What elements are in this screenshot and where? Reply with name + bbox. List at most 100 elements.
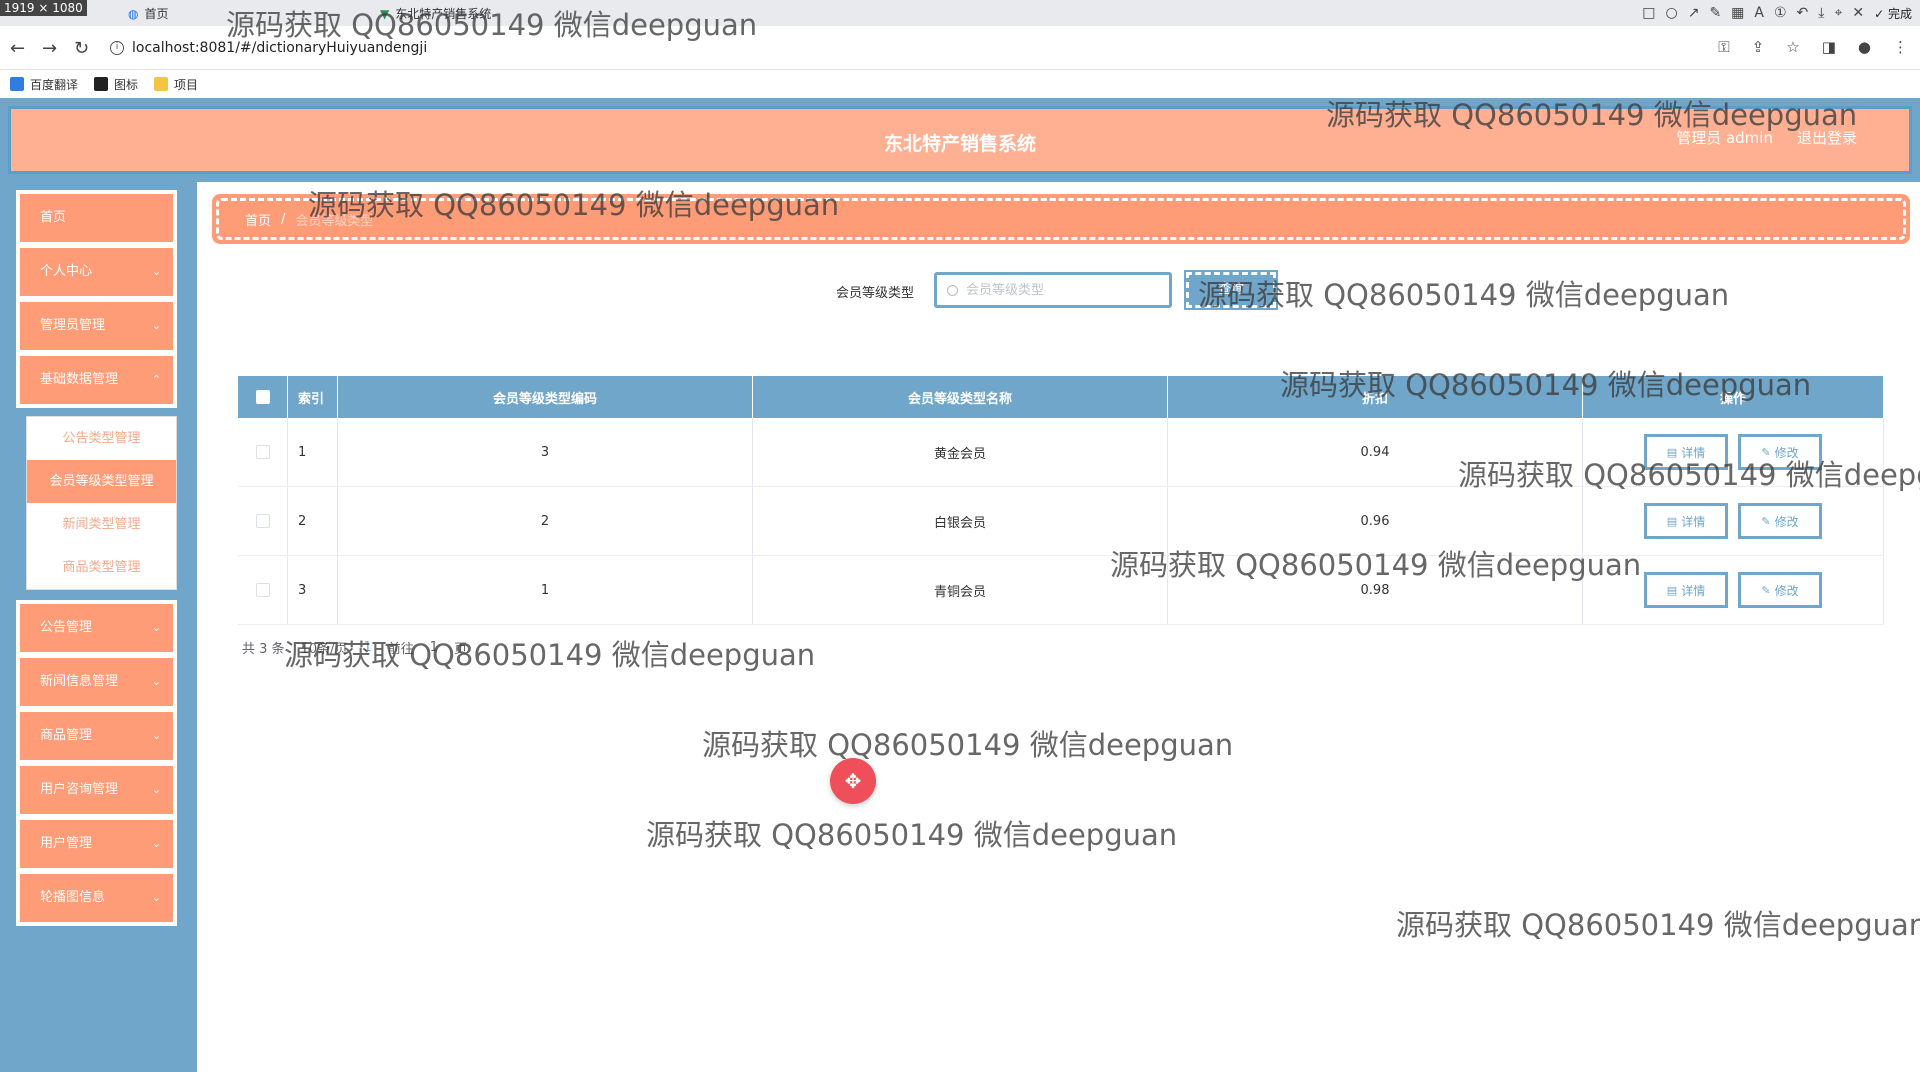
sidepanel-icon[interactable]: ◨: [1822, 38, 1836, 56]
edit-button[interactable]: ✎ 修改: [1738, 503, 1822, 539]
app-header-inner: 东北特产销售系统 管理员 admin 退出登录: [8, 106, 1912, 174]
share-icon[interactable]: ⇪: [1752, 38, 1765, 56]
chevron-down-icon: ⌄: [151, 837, 161, 850]
circle-icon[interactable]: ○: [1665, 5, 1677, 21]
forward-icon[interactable]: →: [42, 38, 57, 59]
floating-move-button[interactable]: ✥: [830, 758, 876, 804]
browser-tab-title: 东北特产销售系统: [395, 7, 492, 21]
row-checkbox[interactable]: [255, 583, 270, 597]
image-icon: [94, 77, 109, 91]
row-checkbox[interactable]: [255, 445, 270, 459]
bookmark-translate[interactable]: 百度翻译: [10, 76, 78, 93]
browser-tab-home[interactable]: ◍ 首页: [118, 2, 179, 26]
bookmark-project[interactable]: 项目: [154, 76, 198, 93]
pager-goto-input[interactable]: 1: [430, 640, 438, 655]
row-checkbox[interactable]: [255, 514, 270, 528]
cell-index: 2: [288, 487, 338, 555]
pager-size-select[interactable]: 10条/页: [301, 638, 348, 657]
search-input-wrapper[interactable]: [934, 272, 1172, 308]
detail-button[interactable]: ▤ 详情: [1644, 503, 1728, 539]
submenu-item-notice-type[interactable]: 公告类型管理: [27, 417, 176, 460]
pager-page[interactable]: 1: [363, 640, 371, 655]
chevron-down-icon: ⌄: [151, 891, 161, 904]
edit-button[interactable]: ✎ 修改: [1738, 572, 1822, 608]
edit-label: 修改: [1774, 514, 1799, 529]
bookmark-icons[interactable]: 图标: [94, 76, 138, 93]
pager-goto-label: 前往: [387, 642, 414, 657]
sidebar-item-home[interactable]: 首页: [16, 190, 177, 246]
header-code: 会员等级类型编码: [338, 376, 753, 418]
edit-icon: ✎: [1761, 445, 1771, 459]
number-icon[interactable]: ①: [1774, 5, 1787, 21]
key-icon[interactable]: ⚿: [1718, 38, 1729, 56]
submenu-item-member-level[interactable]: 会员等级类型管理: [27, 460, 176, 503]
edit-label: 修改: [1774, 583, 1799, 598]
sidebar-item-goods[interactable]: 商品管理 ⌄: [16, 708, 177, 764]
breadcrumb-home[interactable]: 首页: [245, 210, 271, 229]
edit-button[interactable]: ✎ 修改: [1738, 434, 1822, 470]
text-icon[interactable]: A: [1754, 5, 1764, 21]
vue-icon: ▼: [380, 7, 390, 21]
detail-button[interactable]: ▤ 详情: [1644, 572, 1728, 608]
cell-discount: 0.94: [1168, 418, 1583, 486]
query-button[interactable]: 查询: [1184, 270, 1278, 310]
chevron-down-icon: ⌄: [151, 783, 161, 796]
resolution-badge: 1919 × 1080: [0, 0, 87, 16]
sidebar-item-consult[interactable]: 用户咨询管理 ⌄: [16, 762, 177, 818]
cell-index: 1: [288, 418, 338, 486]
mosaic-icon[interactable]: ▦: [1731, 5, 1744, 21]
app-title: 东北特产销售系统: [883, 133, 1036, 155]
sidebar-item-users[interactable]: 用户管理 ⌄: [16, 816, 177, 872]
url-text: localhost:8081/#/dictionaryHuiyuandengji: [132, 40, 428, 56]
close-icon[interactable]: ✕: [1852, 5, 1864, 21]
logout-link[interactable]: 退出登录: [1797, 127, 1857, 148]
undo-icon[interactable]: ↶: [1797, 5, 1809, 21]
submenu-item-news-type[interactable]: 新闻类型管理: [27, 503, 176, 546]
arrow-icon[interactable]: ↗: [1688, 5, 1700, 21]
reload-icon[interactable]: ↻: [74, 38, 89, 59]
select-all-checkbox[interactable]: [255, 390, 270, 404]
cell-ops: ▤ 详情 ✎ 修改: [1583, 487, 1884, 555]
info-icon[interactable]: i: [110, 41, 124, 55]
cell-name: 青铜会员: [753, 556, 1168, 624]
star-icon[interactable]: ☆: [1786, 38, 1799, 56]
pager-suffix: 页: [454, 642, 468, 657]
download-icon[interactable]: ⤓: [1818, 5, 1824, 21]
edit-icon: ✎: [1761, 583, 1771, 597]
detail-button[interactable]: ▤ 详情: [1644, 434, 1728, 470]
address-bar: ← → ↻ i localhost:8081/#/dictionaryHuiyu…: [0, 26, 1920, 70]
browser-tab-system[interactable]: ▼ 东北特产销售系统: [370, 2, 501, 26]
back-icon[interactable]: ←: [10, 38, 25, 59]
sidebar-item-label: 基础数据管理: [40, 372, 119, 387]
folder-icon: [154, 77, 169, 91]
sidebar-item-basic-data[interactable]: 基础数据管理 ⌃: [16, 352, 177, 408]
rectangle-icon[interactable]: □: [1642, 5, 1655, 21]
sidebar-item-carousel[interactable]: 轮播图信息 ⌄: [16, 870, 177, 926]
cell-discount: 0.98: [1168, 556, 1583, 624]
search-input[interactable]: [966, 282, 1146, 298]
cell-ops: ▤ 详情 ✎ 修改: [1583, 556, 1884, 624]
sidebar-item-news[interactable]: 新闻信息管理 ⌄: [16, 654, 177, 710]
pager-total: 共 3 条: [242, 642, 285, 657]
bookmark-label: 百度翻译: [30, 77, 79, 92]
chevron-down-icon: ⌄: [151, 729, 161, 742]
header-name: 会员等级类型名称: [753, 376, 1168, 418]
submenu-item-goods-type[interactable]: 商品类型管理: [27, 546, 176, 589]
chevron-up-icon: ⌃: [151, 373, 161, 386]
detail-label: 详情: [1681, 514, 1706, 529]
pin-icon[interactable]: ⌖: [1834, 5, 1842, 21]
bookmark-label: 图标: [114, 77, 139, 92]
edit-label: 修改: [1774, 445, 1799, 460]
done-button[interactable]: ✓ 完成: [1874, 5, 1912, 22]
pencil-icon[interactable]: ✎: [1709, 5, 1721, 21]
sidebar-item-notices[interactable]: 公告管理 ⌄: [16, 600, 177, 656]
translate-icon: [10, 77, 24, 91]
profile-icon[interactable]: ●: [1858, 38, 1871, 56]
sidebar-item-label: 用户咨询管理: [40, 782, 119, 797]
menu-icon[interactable]: ⋮: [1893, 38, 1908, 56]
detail-label: 详情: [1681, 445, 1706, 460]
document-icon: ▤: [1666, 514, 1678, 528]
url-field[interactable]: i localhost:8081/#/dictionaryHuiyuandeng…: [110, 34, 1710, 62]
table-row: 2 2 白银会员 0.96 ▤ 详情 ✎ 修改: [238, 487, 1884, 556]
breadcrumb-inner: 首页 / 会员等级类型: [216, 198, 1906, 240]
